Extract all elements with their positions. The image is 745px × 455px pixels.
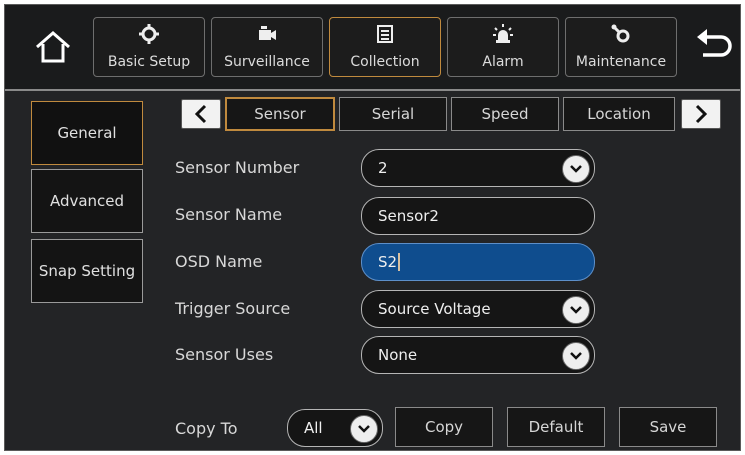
nav-label: Collection — [350, 54, 420, 70]
home-icon — [36, 31, 70, 63]
document-icon — [377, 25, 393, 43]
copy-button-label: Copy — [424, 418, 464, 436]
chevron-right-icon — [695, 104, 708, 124]
sidebar-item-label: Snap Setting — [38, 262, 136, 280]
tab-label: Location — [587, 105, 651, 123]
tab-sensor[interactable]: Sensor — [225, 97, 335, 131]
tab-label: Sensor — [254, 105, 306, 123]
sensor-uses-value: None — [378, 346, 418, 364]
copy-button[interactable]: Copy — [395, 407, 493, 447]
camera-icon — [259, 26, 276, 40]
sensor-name-label: Sensor Name — [175, 205, 283, 224]
nav-maintenance[interactable]: Maintenance — [565, 17, 677, 77]
sensor-name-value: Sensor2 — [378, 207, 439, 225]
gear-icon — [139, 24, 159, 44]
chevron-left-icon — [194, 104, 207, 124]
sensor-uses-select[interactable]: None — [361, 336, 595, 374]
app-window: Basic Setup Surveillance Collection Alar… — [4, 4, 741, 451]
copy-to-value: All — [304, 419, 323, 437]
tab-speed[interactable]: Speed — [451, 97, 559, 131]
chevron-down-icon[interactable] — [350, 415, 378, 443]
back-button[interactable] — [691, 25, 735, 65]
sensor-number-value: 2 — [378, 159, 388, 177]
sidebar-item-general[interactable]: General — [31, 101, 143, 165]
chevron-down-icon[interactable] — [562, 296, 590, 324]
nav-alarm[interactable]: Alarm — [447, 17, 559, 77]
trigger-source-value: Source Voltage — [378, 300, 491, 318]
nav-label: Basic Setup — [107, 54, 191, 70]
chevron-down-icon[interactable] — [562, 342, 590, 370]
tab-label: Speed — [481, 105, 529, 123]
nav-collection[interactable]: Collection — [329, 17, 441, 77]
text-cursor — [398, 253, 401, 271]
sidebar-item-label: General — [57, 124, 117, 142]
tab-prev-button[interactable] — [181, 99, 221, 129]
tab-label: Serial — [371, 105, 415, 123]
trigger-source-select[interactable]: Source Voltage — [361, 290, 595, 328]
tab-next-button[interactable] — [681, 99, 721, 129]
top-navigation: Basic Setup Surveillance Collection Alar… — [5, 5, 740, 91]
home-button[interactable] — [31, 27, 75, 67]
tab-location[interactable]: Location — [563, 97, 675, 131]
alarm-light-icon — [493, 24, 513, 43]
save-button[interactable]: Save — [619, 407, 717, 447]
osd-name-input[interactable]: S2 — [361, 243, 595, 281]
copy-to-label: Copy To — [175, 419, 238, 438]
sidebar-item-label: Advanced — [49, 192, 125, 210]
sidebar-item-snap-setting[interactable]: Snap Setting — [31, 239, 143, 303]
wrench-gear-icon — [611, 24, 630, 43]
sensor-number-label: Sensor Number — [175, 158, 300, 177]
save-button-label: Save — [649, 418, 687, 436]
tab-serial[interactable]: Serial — [339, 97, 447, 131]
sensor-name-input[interactable]: Sensor2 — [361, 197, 595, 235]
back-arrow-icon — [697, 29, 732, 57]
copy-to-select[interactable]: All — [287, 409, 383, 447]
sensor-number-select[interactable]: 2 — [361, 149, 595, 187]
trigger-source-label: Trigger Source — [175, 299, 291, 318]
nav-basic-setup[interactable]: Basic Setup — [93, 17, 205, 77]
nav-label: Surveillance — [224, 54, 310, 70]
default-button-label: Default — [528, 418, 584, 436]
sidebar-item-advanced[interactable]: Advanced — [31, 169, 143, 233]
osd-name-value: S2 — [378, 253, 398, 271]
chevron-down-icon[interactable] — [562, 155, 590, 183]
default-button[interactable]: Default — [507, 407, 605, 447]
osd-name-label: OSD Name — [175, 252, 263, 271]
nav-label: Alarm — [482, 54, 524, 70]
nav-label: Maintenance — [575, 54, 667, 70]
content-panel: General Advanced Snap Setting Sensor Ser… — [5, 91, 740, 450]
sensor-uses-label: Sensor Uses — [175, 345, 274, 364]
nav-surveillance[interactable]: Surveillance — [211, 17, 323, 77]
